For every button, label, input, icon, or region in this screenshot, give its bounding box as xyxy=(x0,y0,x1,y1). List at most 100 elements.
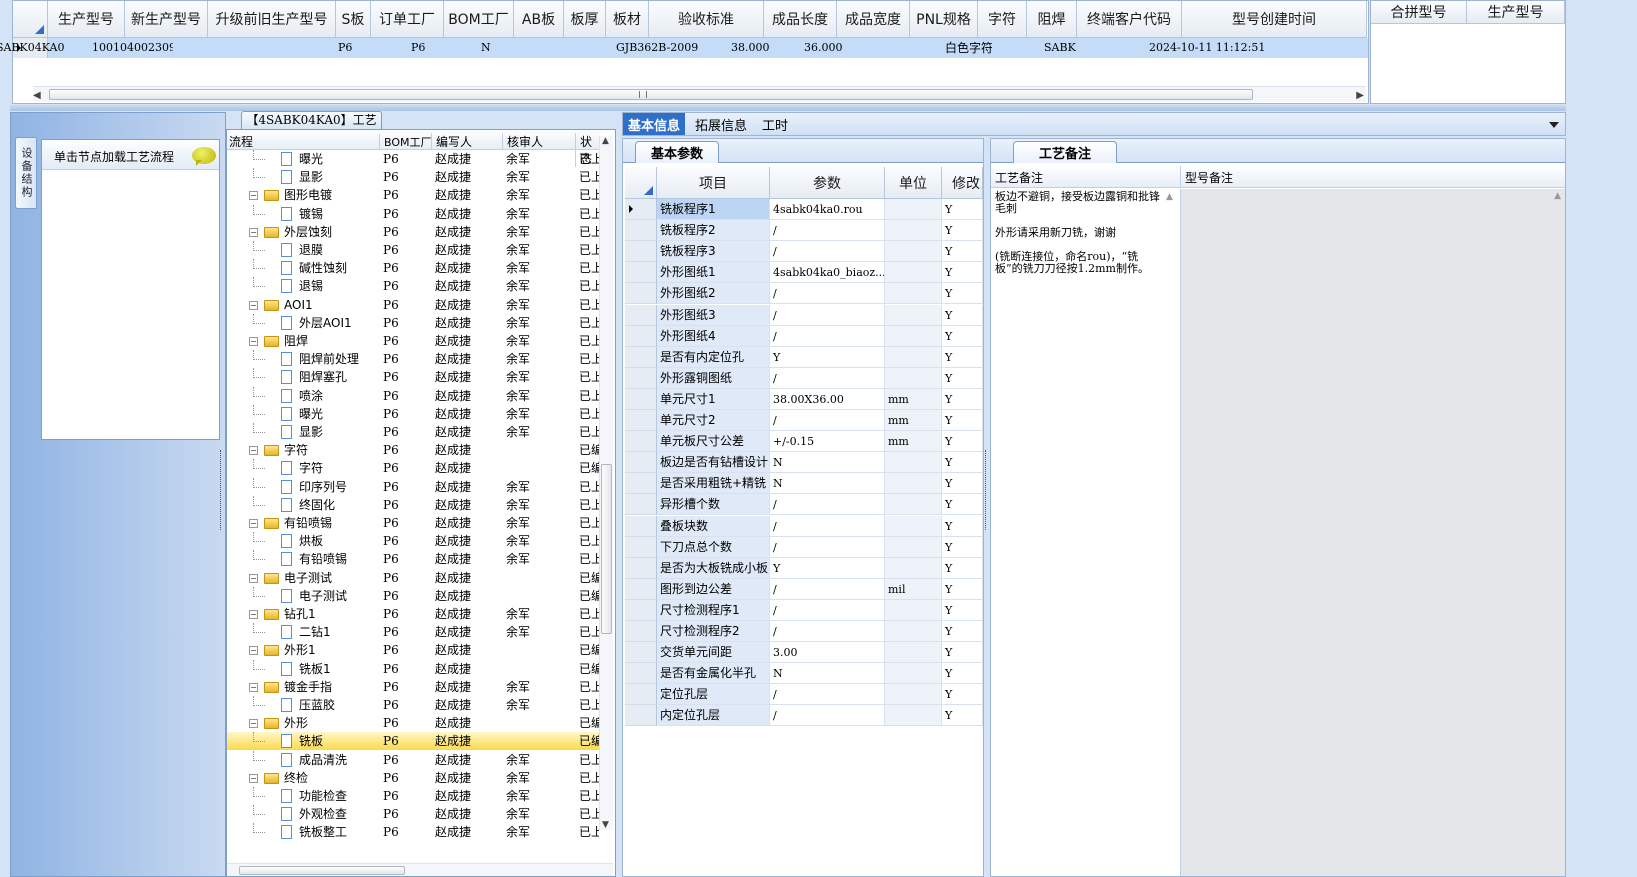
tree-group-row[interactable]: − 阻焊 P6 赵成捷 余军 已上 xyxy=(227,332,599,350)
mid-splitter[interactable] xyxy=(985,450,989,530)
param-unit[interactable] xyxy=(885,325,942,347)
side-col-model[interactable]: 生产型号 xyxy=(1467,1,1565,24)
param-row[interactable]: 外形图纸1 4sabk04ka0_biaoz... Y xyxy=(625,262,983,284)
side-col-merged[interactable]: 合拼型号 xyxy=(1371,1,1467,24)
param-unit[interactable] xyxy=(885,515,942,537)
tree-step-row[interactable]: 烘板 P6 赵成捷 余军 已上 xyxy=(227,532,599,550)
param-row[interactable]: 异形槽个数 / Y xyxy=(625,494,983,516)
tree-col-flow[interactable]: 流程 xyxy=(229,133,253,150)
top-cell-13[interactable]: 白色字符 xyxy=(943,38,992,58)
tree-step-row[interactable]: 外观检查 P6 赵成捷 余军 已上 xyxy=(227,805,599,823)
param-item[interactable]: 定位孔层 xyxy=(657,684,770,706)
param-row[interactable]: 是否有金属化半孔 N Y xyxy=(625,663,983,685)
tree-step-row[interactable]: 喷涂 P6 赵成捷 余军 已上 xyxy=(227,386,599,405)
tree-step-row[interactable]: 铣板1 P6 赵成捷 已编 xyxy=(227,659,599,678)
param-row[interactable]: 图形到边公差 / mil Y xyxy=(625,578,983,600)
param-value[interactable]: N xyxy=(770,452,885,474)
param-modify[interactable]: Y xyxy=(942,642,983,664)
param-value[interactable]: / xyxy=(770,283,885,305)
top-col-1[interactable]: 新生产型号 xyxy=(125,1,208,38)
tree-hscroll[interactable] xyxy=(227,863,613,876)
param-item[interactable]: 外形图纸3 xyxy=(657,304,770,326)
tab-process-notes[interactable]: 工艺备注 xyxy=(1013,141,1117,163)
param-row[interactable]: 尺寸检测程序1/ Y xyxy=(625,599,983,621)
tree-step-row[interactable]: 成品清洗 P6 赵成捷 余军 已上 xyxy=(227,750,599,769)
top-cell-15[interactable]: SABK xyxy=(1042,38,1147,58)
collapse-icon[interactable]: − xyxy=(249,719,258,729)
tree-step-row[interactable]: 终固化 P6 赵成捷 余军 已上 xyxy=(227,495,599,514)
param-row[interactable]: 外形图纸3/ Y xyxy=(625,304,983,326)
tree-step-row[interactable]: 压蓝胶 P6 赵成捷 余军 已上 xyxy=(227,696,599,714)
param-value[interactable]: 38.00X36.00 xyxy=(770,388,885,410)
param-row[interactable]: 定位孔层 / Y xyxy=(625,684,983,706)
param-modify[interactable]: Y xyxy=(942,199,983,220)
tree-step-row[interactable]: 铣板整工 P6 赵成捷 余军 已上 xyxy=(227,823,599,841)
params-col-item[interactable]: 项目 xyxy=(657,167,770,199)
param-item[interactable]: 外形露铜图纸 xyxy=(657,367,770,389)
param-value[interactable]: Y xyxy=(770,346,885,368)
top-col-10[interactable]: 成品长度 xyxy=(764,1,837,38)
param-modify[interactable]: Y xyxy=(942,431,983,453)
top-cell-11[interactable]: 36.000 xyxy=(802,38,875,58)
model-notes-scroll-up-icon[interactable]: ▲ xyxy=(1554,191,1561,201)
param-row[interactable]: 是否为大板铣成小板 Y Y xyxy=(625,557,983,579)
param-modify[interactable]: Y xyxy=(942,705,983,727)
param-row[interactable]: 交货单元间距 3.00 Y xyxy=(625,642,983,664)
tree-group-row[interactable]: − 有铅喷锡 P6 赵成捷 余军 已上 xyxy=(227,514,599,532)
tree-step-row[interactable]: 显影 P6 赵成捷 余军 已上 xyxy=(227,168,599,186)
params-col-param[interactable]: 参数 xyxy=(770,167,885,199)
tree-group-row[interactable]: − 外形 P6 赵成捷 已编 xyxy=(227,714,599,732)
param-value[interactable]: / xyxy=(770,705,885,727)
collapse-icon[interactable]: − xyxy=(249,773,258,783)
collapse-icon[interactable]: − xyxy=(249,646,258,656)
top-col-15[interactable]: 终端客户代码 xyxy=(1077,1,1182,38)
param-unit[interactable] xyxy=(885,621,942,642)
param-row[interactable]: 下刀点总个数 / Y xyxy=(625,536,983,558)
top-col-12[interactable]: PNL规格 xyxy=(910,1,978,38)
top-col-0[interactable]: 生产型号 xyxy=(48,1,125,38)
tab-extended-info[interactable]: 拓展信息 xyxy=(689,113,753,135)
model-notes-text[interactable]: ▲ xyxy=(1181,189,1565,876)
param-unit[interactable] xyxy=(885,283,942,305)
param-value[interactable]: / xyxy=(770,599,885,621)
param-modify[interactable]: Y xyxy=(942,536,983,558)
param-row[interactable]: 单元尺寸2/mm Y xyxy=(625,410,983,431)
top-col-8[interactable]: 板材 xyxy=(606,1,649,38)
param-modify[interactable]: Y xyxy=(942,410,983,431)
param-modify[interactable]: Y xyxy=(942,304,983,326)
collapse-icon[interactable]: − xyxy=(249,610,258,619)
param-row[interactable]: 是否有内定位孔 Y Y xyxy=(625,346,983,368)
param-row[interactable]: 板边是否有钻槽设计 N Y xyxy=(625,452,983,474)
tree-step-row[interactable]: 曝光 P6 赵成捷 余军 已上 xyxy=(227,404,599,423)
param-unit[interactable] xyxy=(885,642,942,664)
tree-group-row[interactable]: − 钻孔1 P6 赵成捷 余军 已上 xyxy=(227,605,599,623)
param-value[interactable]: N xyxy=(770,663,885,685)
tree-group-row[interactable]: − AOI1 P6 赵成捷 余军 已上 xyxy=(227,296,599,314)
param-modify[interactable]: Y xyxy=(942,325,983,347)
tree-step-row[interactable]: 阻焊塞孔 P6 赵成捷 余军 已上 xyxy=(227,368,599,386)
param-item[interactable]: 交货单元间距 xyxy=(657,642,770,664)
top-col-6[interactable]: AB板 xyxy=(514,1,564,38)
param-unit[interactable] xyxy=(885,473,942,495)
collapse-icon[interactable]: − xyxy=(249,227,258,237)
param-item[interactable]: 下刀点总个数 xyxy=(657,536,770,558)
tree-step-row[interactable]: 碱性蚀刻 P6 赵成捷 余军 已上 xyxy=(227,259,599,277)
process-notes-text[interactable]: 板边不避铜，接受板边露铜和批锋毛刺 外形请采用新刀铣，谢谢 (铣断连接位，命名r… xyxy=(991,189,1181,876)
param-modify[interactable]: Y xyxy=(942,452,983,474)
param-row[interactable]: 单元板尺寸公差 +/-0.15 mm Y xyxy=(625,431,983,453)
top-cell-3[interactable] xyxy=(301,38,336,58)
param-modify[interactable]: Y xyxy=(942,621,983,642)
param-row[interactable]: 叠板块数 / Y xyxy=(625,515,983,537)
tree-group-row[interactable]: − 电子测试 P6 赵成捷 已编 xyxy=(227,569,599,587)
param-value[interactable]: / xyxy=(770,241,885,263)
param-row[interactable]: 铣板程序3/ Y xyxy=(625,241,983,263)
param-modify[interactable]: Y xyxy=(942,599,983,621)
top-cell-0[interactable]: 4SABK04KA0 xyxy=(0,38,66,58)
params-col-modify[interactable]: 修改 xyxy=(942,167,983,199)
tab-work-hours[interactable]: 工时 xyxy=(755,113,795,135)
top-col-3[interactable]: S板 xyxy=(336,1,371,38)
tree-step-row[interactable]: 铣板 P6 赵成捷 已编 xyxy=(227,732,599,751)
tree-step-row[interactable]: 阻焊前处理 P6 赵成捷 余军 已上 xyxy=(227,350,599,368)
tree-group-row[interactable]: − 终检 P6 赵成捷 余军 已上 xyxy=(227,769,599,787)
tree-col-writer[interactable]: 编写人 xyxy=(431,133,472,150)
